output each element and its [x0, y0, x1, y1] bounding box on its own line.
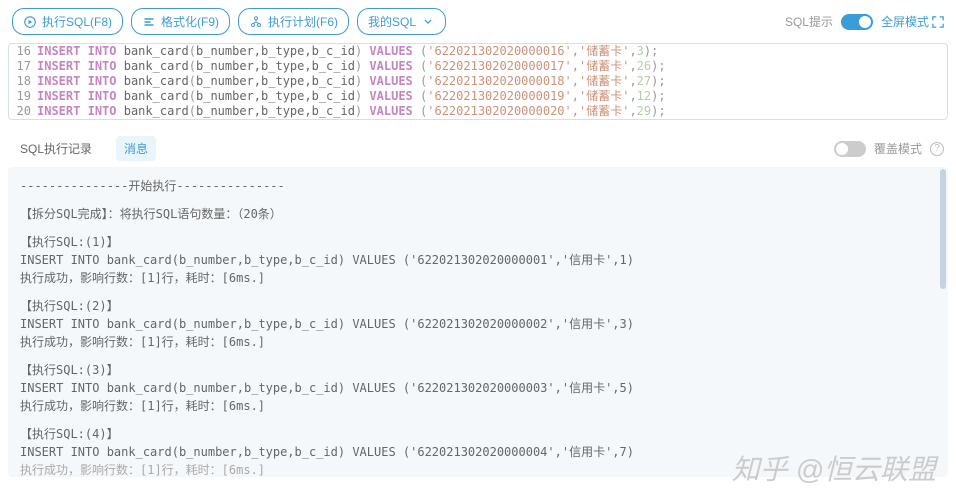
tab-message[interactable]: 消息	[116, 136, 156, 161]
code-content: INSERT INTO bank_card(b_number,b_type,b_…	[37, 104, 947, 119]
output-line: 执行成功，影响行数：[1]行，耗时：[6ms.]	[20, 397, 936, 415]
code-line[interactable]: 16INSERT INTO bank_card(b_number,b_type,…	[9, 44, 947, 59]
output-scrollbar[interactable]	[940, 169, 946, 289]
plan-label: 执行计划(F6)	[268, 13, 338, 30]
overwrite-toggle[interactable]	[834, 141, 866, 157]
code-line[interactable]: 17INSERT INTO bank_card(b_number,b_type,…	[9, 59, 947, 74]
play-icon	[23, 15, 37, 29]
code-content: INSERT INTO bank_card(b_number,b_type,b_…	[37, 74, 947, 89]
execute-sql-button[interactable]: 执行SQL(F8)	[12, 8, 123, 35]
sql-hint-toggle[interactable]	[841, 14, 873, 30]
output-line: 【执行SQL:(3)】	[20, 361, 936, 379]
output-line: 【执行SQL:(2)】	[20, 297, 936, 315]
line-number: 19	[9, 89, 37, 104]
line-number: 16	[9, 44, 37, 59]
format-button[interactable]: 格式化(F9)	[131, 8, 230, 35]
output-line: 执行成功，影响行数：[1]行，耗时：[6ms.]	[20, 461, 936, 477]
output-line: 【执行SQL:(4)】	[20, 425, 936, 443]
format-icon	[142, 15, 156, 29]
plan-icon	[249, 15, 263, 29]
code-line[interactable]: 20INSERT INTO bank_card(b_number,b_type,…	[9, 104, 947, 119]
fullscreen-icon	[932, 16, 944, 28]
help-icon[interactable]: ?	[930, 142, 944, 156]
format-label: 格式化(F9)	[161, 13, 219, 30]
output-panel: ---------------开始执行--------------- 【拆分SQL…	[8, 167, 948, 477]
output-line: 执行成功，影响行数：[1]行，耗时：[6ms.]	[20, 269, 936, 287]
output-line: INSERT INTO bank_card(b_number,b_type,b_…	[20, 251, 936, 269]
code-line[interactable]: 18INSERT INTO bank_card(b_number,b_type,…	[9, 74, 947, 89]
toolbar: 执行SQL(F8) 格式化(F9) 执行计划(F6) 我的SQL SQL提示 全…	[0, 0, 956, 43]
execute-label: 执行SQL(F8)	[42, 13, 112, 30]
fullscreen-label: 全屏模式	[881, 13, 929, 30]
output-line: 执行成功，影响行数：[1]行，耗时：[6ms.]	[20, 333, 936, 351]
sql-editor[interactable]: 16INSERT INTO bank_card(b_number,b_type,…	[8, 43, 948, 120]
tabs-right: 覆盖模式 ?	[834, 140, 944, 157]
output-line: ---------------开始执行---------------	[20, 177, 936, 195]
code-line[interactable]: 19INSERT INTO bank_card(b_number,b_type,…	[9, 89, 947, 104]
sql-hint-label: SQL提示	[785, 13, 833, 30]
line-number: 20	[9, 104, 37, 119]
tab-history[interactable]: SQL执行记录	[12, 136, 100, 161]
overwrite-label: 覆盖模式	[874, 140, 922, 157]
line-number: 17	[9, 59, 37, 74]
chevron-down-icon	[421, 15, 435, 29]
code-content: INSERT INTO bank_card(b_number,b_type,b_…	[37, 59, 947, 74]
output-line: INSERT INTO bank_card(b_number,b_type,b_…	[20, 315, 936, 333]
output-line: 【拆分SQL完成】：将执行SQL语句数量：（20条）	[20, 205, 936, 223]
fullscreen-button[interactable]: 全屏模式	[881, 13, 944, 30]
line-number: 18	[9, 74, 37, 89]
mysql-label: 我的SQL	[368, 13, 416, 30]
output-line: INSERT INTO bank_card(b_number,b_type,b_…	[20, 379, 936, 397]
output-line: INSERT INTO bank_card(b_number,b_type,b_…	[20, 443, 936, 461]
output-line: 【执行SQL:(1)】	[20, 233, 936, 251]
toolbar-right: SQL提示 全屏模式	[785, 13, 944, 30]
result-tabs: SQL执行记录 消息 覆盖模式 ?	[0, 128, 956, 167]
code-content: INSERT INTO bank_card(b_number,b_type,b_…	[37, 89, 947, 104]
my-sql-button[interactable]: 我的SQL	[357, 8, 446, 35]
code-content: INSERT INTO bank_card(b_number,b_type,b_…	[37, 44, 947, 59]
execution-plan-button[interactable]: 执行计划(F6)	[238, 8, 349, 35]
